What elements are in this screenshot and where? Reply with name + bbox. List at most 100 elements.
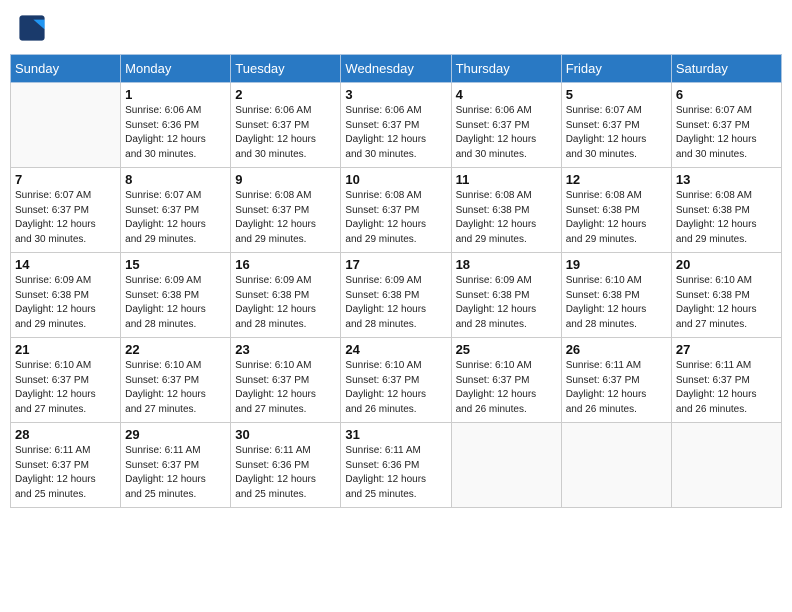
day-info: Sunrise: 6:08 AM Sunset: 6:38 PM Dayligh…: [676, 189, 777, 247]
day-number: 17: [345, 257, 446, 272]
day-info: Sunrise: 6:10 AM Sunset: 6:38 PM Dayligh…: [676, 274, 777, 332]
calendar-cell: 21 Sunrise: 6:10 AM Sunset: 6:37 PM Dayli…: [11, 338, 121, 423]
day-number: 19: [566, 257, 667, 272]
day-info: Sunrise: 6:11 AM Sunset: 6:37 PM Dayligh…: [15, 444, 116, 502]
day-number: 27: [676, 342, 777, 357]
day-info: Sunrise: 6:11 AM Sunset: 6:37 PM Dayligh…: [676, 359, 777, 417]
calendar-cell: 27 Sunrise: 6:11 AM Sunset: 6:37 PM Dayli…: [671, 338, 781, 423]
calendar-cell: 25Sunrise: 6:10 AM Sunset: 6:37 PM Dayli…: [451, 338, 561, 423]
calendar-cell: [561, 423, 671, 508]
weekday-header-friday: Friday: [561, 55, 671, 83]
day-info: Sunrise: 6:08 AM Sunset: 6:38 PM Dayligh…: [566, 189, 667, 247]
calendar-week-4: 21 Sunrise: 6:10 AM Sunset: 6:37 PM Dayli…: [11, 338, 782, 423]
calendar-cell: 5 Sunrise: 6:07 AM Sunset: 6:37 PM Daylig…: [561, 83, 671, 168]
day-info: Sunrise: 6:11 AM Sunset: 6:37 PM Dayligh…: [125, 444, 226, 502]
calendar-cell: 8 Sunrise: 6:07 AM Sunset: 6:37 PM Daylig…: [121, 168, 231, 253]
day-number: 29: [125, 427, 226, 442]
logo-icon: [18, 14, 46, 42]
day-number: 16: [235, 257, 336, 272]
day-info: Sunrise: 6:09 AM Sunset: 6:38 PM Dayligh…: [345, 274, 446, 332]
calendar-cell: 28 Sunrise: 6:11 AM Sunset: 6:37 PM Dayli…: [11, 423, 121, 508]
day-number: 20: [676, 257, 777, 272]
day-info: Sunrise: 6:11 AM Sunset: 6:36 PM Dayligh…: [345, 444, 446, 502]
day-number: 2: [235, 87, 336, 102]
weekday-header-monday: Monday: [121, 55, 231, 83]
calendar-cell: [11, 83, 121, 168]
day-info: Sunrise: 6:06 AM Sunset: 6:36 PM Dayligh…: [125, 104, 226, 162]
day-info: Sunrise: 6:10 AM Sunset: 6:37 PM Dayligh…: [125, 359, 226, 417]
day-info: Sunrise: 6:07 AM Sunset: 6:37 PM Dayligh…: [676, 104, 777, 162]
calendar-cell: 22Sunrise: 6:10 AM Sunset: 6:37 PM Dayli…: [121, 338, 231, 423]
calendar-week-3: 14 Sunrise: 6:09 AM Sunset: 6:38 PM Dayli…: [11, 253, 782, 338]
day-number: 13: [676, 172, 777, 187]
day-info: Sunrise: 6:07 AM Sunset: 6:37 PM Dayligh…: [125, 189, 226, 247]
weekday-header-tuesday: Tuesday: [231, 55, 341, 83]
day-info: Sunrise: 6:07 AM Sunset: 6:37 PM Dayligh…: [566, 104, 667, 162]
day-number: 18: [456, 257, 557, 272]
day-number: 25: [456, 342, 557, 357]
calendar-cell: [671, 423, 781, 508]
weekday-header-thursday: Thursday: [451, 55, 561, 83]
calendar-cell: 18Sunrise: 6:09 AM Sunset: 6:38 PM Dayli…: [451, 253, 561, 338]
day-number: 8: [125, 172, 226, 187]
day-info: Sunrise: 6:09 AM Sunset: 6:38 PM Dayligh…: [125, 274, 226, 332]
day-info: Sunrise: 6:10 AM Sunset: 6:37 PM Dayligh…: [235, 359, 336, 417]
calendar-week-1: 1 Sunrise: 6:06 AM Sunset: 6:36 PM Daylig…: [11, 83, 782, 168]
day-info: Sunrise: 6:10 AM Sunset: 6:37 PM Dayligh…: [15, 359, 116, 417]
calendar-cell: 20 Sunrise: 6:10 AM Sunset: 6:38 PM Dayli…: [671, 253, 781, 338]
day-number: 21: [15, 342, 116, 357]
calendar-header-row: SundayMondayTuesdayWednesdayThursdayFrid…: [11, 55, 782, 83]
day-number: 6: [676, 87, 777, 102]
day-info: Sunrise: 6:08 AM Sunset: 6:37 PM Dayligh…: [235, 189, 336, 247]
day-info: Sunrise: 6:08 AM Sunset: 6:38 PM Dayligh…: [456, 189, 557, 247]
calendar-cell: 16 Sunrise: 6:09 AM Sunset: 6:38 PM Dayli…: [231, 253, 341, 338]
day-number: 28: [15, 427, 116, 442]
calendar-cell: 31 Sunrise: 6:11 AM Sunset: 6:36 PM Dayli…: [341, 423, 451, 508]
day-number: 3: [345, 87, 446, 102]
day-info: Sunrise: 6:06 AM Sunset: 6:37 PM Dayligh…: [456, 104, 557, 162]
calendar-cell: 23Sunrise: 6:10 AM Sunset: 6:37 PM Dayli…: [231, 338, 341, 423]
day-number: 30: [235, 427, 336, 442]
calendar-cell: 3 Sunrise: 6:06 AM Sunset: 6:37 PM Daylig…: [341, 83, 451, 168]
day-info: Sunrise: 6:06 AM Sunset: 6:37 PM Dayligh…: [345, 104, 446, 162]
calendar-cell: 1 Sunrise: 6:06 AM Sunset: 6:36 PM Daylig…: [121, 83, 231, 168]
day-number: 24: [345, 342, 446, 357]
day-number: 12: [566, 172, 667, 187]
calendar-cell: 17 Sunrise: 6:09 AM Sunset: 6:38 PM Dayli…: [341, 253, 451, 338]
day-number: 15: [125, 257, 226, 272]
calendar-cell: [451, 423, 561, 508]
calendar-cell: 2 Sunrise: 6:06 AM Sunset: 6:37 PM Daylig…: [231, 83, 341, 168]
day-number: 5: [566, 87, 667, 102]
day-info: Sunrise: 6:10 AM Sunset: 6:37 PM Dayligh…: [345, 359, 446, 417]
day-number: 4: [456, 87, 557, 102]
day-info: Sunrise: 6:11 AM Sunset: 6:36 PM Dayligh…: [235, 444, 336, 502]
day-number: 31: [345, 427, 446, 442]
calendar-cell: 19 Sunrise: 6:10 AM Sunset: 6:38 PM Dayli…: [561, 253, 671, 338]
day-number: 26: [566, 342, 667, 357]
page-header: [10, 10, 782, 46]
calendar-cell: 14 Sunrise: 6:09 AM Sunset: 6:38 PM Dayli…: [11, 253, 121, 338]
calendar-cell: 11 Sunrise: 6:08 AM Sunset: 6:38 PM Dayli…: [451, 168, 561, 253]
calendar-cell: 13 Sunrise: 6:08 AM Sunset: 6:38 PM Dayli…: [671, 168, 781, 253]
day-info: Sunrise: 6:09 AM Sunset: 6:38 PM Dayligh…: [15, 274, 116, 332]
calendar-cell: 26 Sunrise: 6:11 AM Sunset: 6:37 PM Dayli…: [561, 338, 671, 423]
day-info: Sunrise: 6:11 AM Sunset: 6:37 PM Dayligh…: [566, 359, 667, 417]
weekday-header-wednesday: Wednesday: [341, 55, 451, 83]
day-info: Sunrise: 6:10 AM Sunset: 6:38 PM Dayligh…: [566, 274, 667, 332]
calendar-cell: 6 Sunrise: 6:07 AM Sunset: 6:37 PM Daylig…: [671, 83, 781, 168]
day-number: 14: [15, 257, 116, 272]
day-info: Sunrise: 6:09 AM Sunset: 6:38 PM Dayligh…: [235, 274, 336, 332]
calendar-cell: 15 Sunrise: 6:09 AM Sunset: 6:38 PM Dayli…: [121, 253, 231, 338]
day-number: 11: [456, 172, 557, 187]
calendar-cell: 12 Sunrise: 6:08 AM Sunset: 6:38 PM Dayli…: [561, 168, 671, 253]
calendar-cell: 24 Sunrise: 6:10 AM Sunset: 6:37 PM Dayli…: [341, 338, 451, 423]
weekday-header-sunday: Sunday: [11, 55, 121, 83]
day-info: Sunrise: 6:06 AM Sunset: 6:37 PM Dayligh…: [235, 104, 336, 162]
day-number: 10: [345, 172, 446, 187]
weekday-header-saturday: Saturday: [671, 55, 781, 83]
calendar-cell: 30 Sunrise: 6:11 AM Sunset: 6:36 PM Dayli…: [231, 423, 341, 508]
calendar-week-2: 7Sunrise: 6:07 AM Sunset: 6:37 PM Daylig…: [11, 168, 782, 253]
day-number: 1: [125, 87, 226, 102]
day-number: 9: [235, 172, 336, 187]
calendar-cell: 7Sunrise: 6:07 AM Sunset: 6:37 PM Daylig…: [11, 168, 121, 253]
